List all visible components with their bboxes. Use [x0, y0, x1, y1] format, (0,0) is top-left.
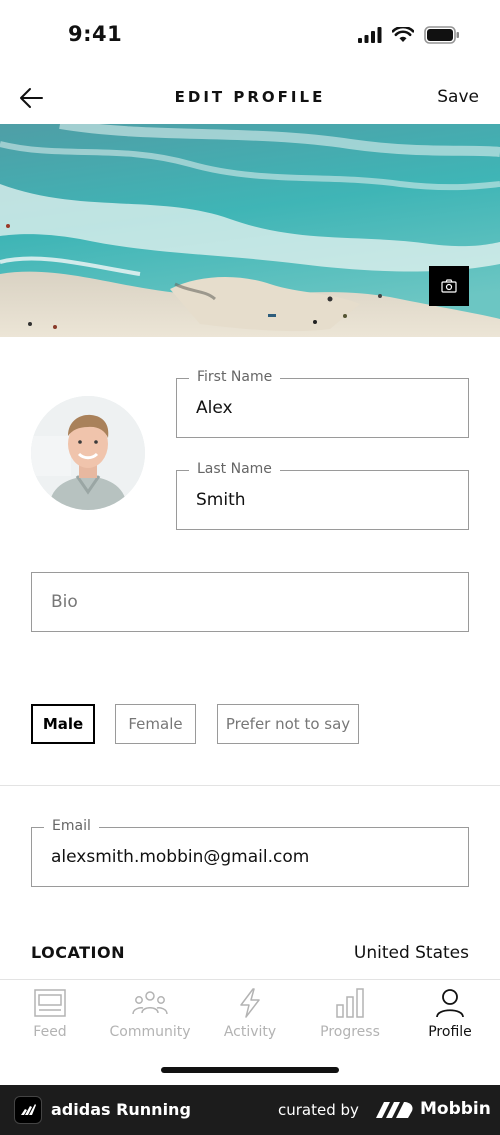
status-bar: 9:41	[0, 0, 500, 72]
first-name-field[interactable]: First Name Alex	[176, 369, 469, 438]
home-indicator	[161, 1067, 339, 1073]
battery-icon	[424, 26, 459, 44]
lightning-icon	[240, 988, 260, 1018]
email-field[interactable]: Email alexsmith.mobbin@gmail.com	[31, 818, 469, 887]
section-divider	[0, 785, 500, 786]
location-value[interactable]: United States	[354, 943, 469, 963]
curated-by-label: curated by	[278, 1101, 359, 1119]
gender-option-male[interactable]: Male	[31, 704, 95, 744]
tab-bar: Feed Community Activity Progress Profile	[0, 979, 500, 1049]
tab-progress[interactable]: Progress	[300, 980, 400, 1049]
nav-bar: EDIT PROFILE Save	[0, 72, 500, 124]
bar-chart-icon	[336, 988, 364, 1018]
bio-placeholder: Bio	[51, 592, 78, 612]
first-name-label: First Name	[189, 369, 281, 385]
community-icon	[132, 991, 168, 1015]
adidas-stripes-icon	[21, 1104, 36, 1115]
avatar[interactable]	[31, 396, 145, 510]
last-name-label: Last Name	[189, 461, 280, 477]
tab-profile[interactable]: Profile	[400, 980, 500, 1049]
mobbin-logo-icon	[376, 1102, 413, 1118]
beach-cover-image	[0, 124, 500, 337]
save-button[interactable]: Save	[437, 87, 479, 107]
gender-option-female[interactable]: Female	[115, 704, 196, 744]
page-title: EDIT PROFILE	[174, 88, 326, 106]
bio-field[interactable]: Bio	[31, 572, 469, 632]
status-icons	[358, 26, 460, 44]
cover-photo	[0, 124, 500, 337]
tab-label-community: Community	[109, 1024, 191, 1040]
adidas-running-logo	[14, 1096, 42, 1124]
attribution-banner: adidas Running curated by Mobbin	[0, 1085, 500, 1135]
tab-label-activity: Activity	[223, 1024, 277, 1040]
last-name-value[interactable]: Smith	[196, 490, 246, 510]
tab-label-feed: Feed	[33, 1024, 67, 1040]
mobbin-brand: Mobbin	[420, 1099, 491, 1119]
person-icon	[436, 989, 464, 1018]
email-value[interactable]: alexsmith.mobbin@gmail.com	[51, 847, 309, 867]
email-label: Email	[44, 818, 99, 834]
camera-icon	[441, 279, 457, 293]
app-name: adidas Running	[51, 1100, 191, 1119]
tab-activity[interactable]: Activity	[200, 980, 300, 1049]
profile-photo	[31, 396, 145, 510]
signal-icon	[358, 27, 382, 43]
gender-option-prefer-not-to-say[interactable]: Prefer not to say	[217, 704, 359, 744]
last-name-field[interactable]: Last Name Smith	[176, 461, 469, 530]
wifi-icon	[392, 27, 414, 42]
status-time: 9:41	[68, 22, 123, 46]
location-label: LOCATION	[31, 943, 125, 962]
tab-feed[interactable]: Feed	[0, 980, 100, 1049]
tab-label-profile: Profile	[428, 1024, 472, 1040]
change-cover-button[interactable]	[429, 266, 469, 306]
tab-label-progress: Progress	[320, 1024, 380, 1040]
tab-community[interactable]: Community	[100, 980, 200, 1049]
first-name-value[interactable]: Alex	[196, 398, 233, 418]
feed-icon	[34, 989, 66, 1017]
